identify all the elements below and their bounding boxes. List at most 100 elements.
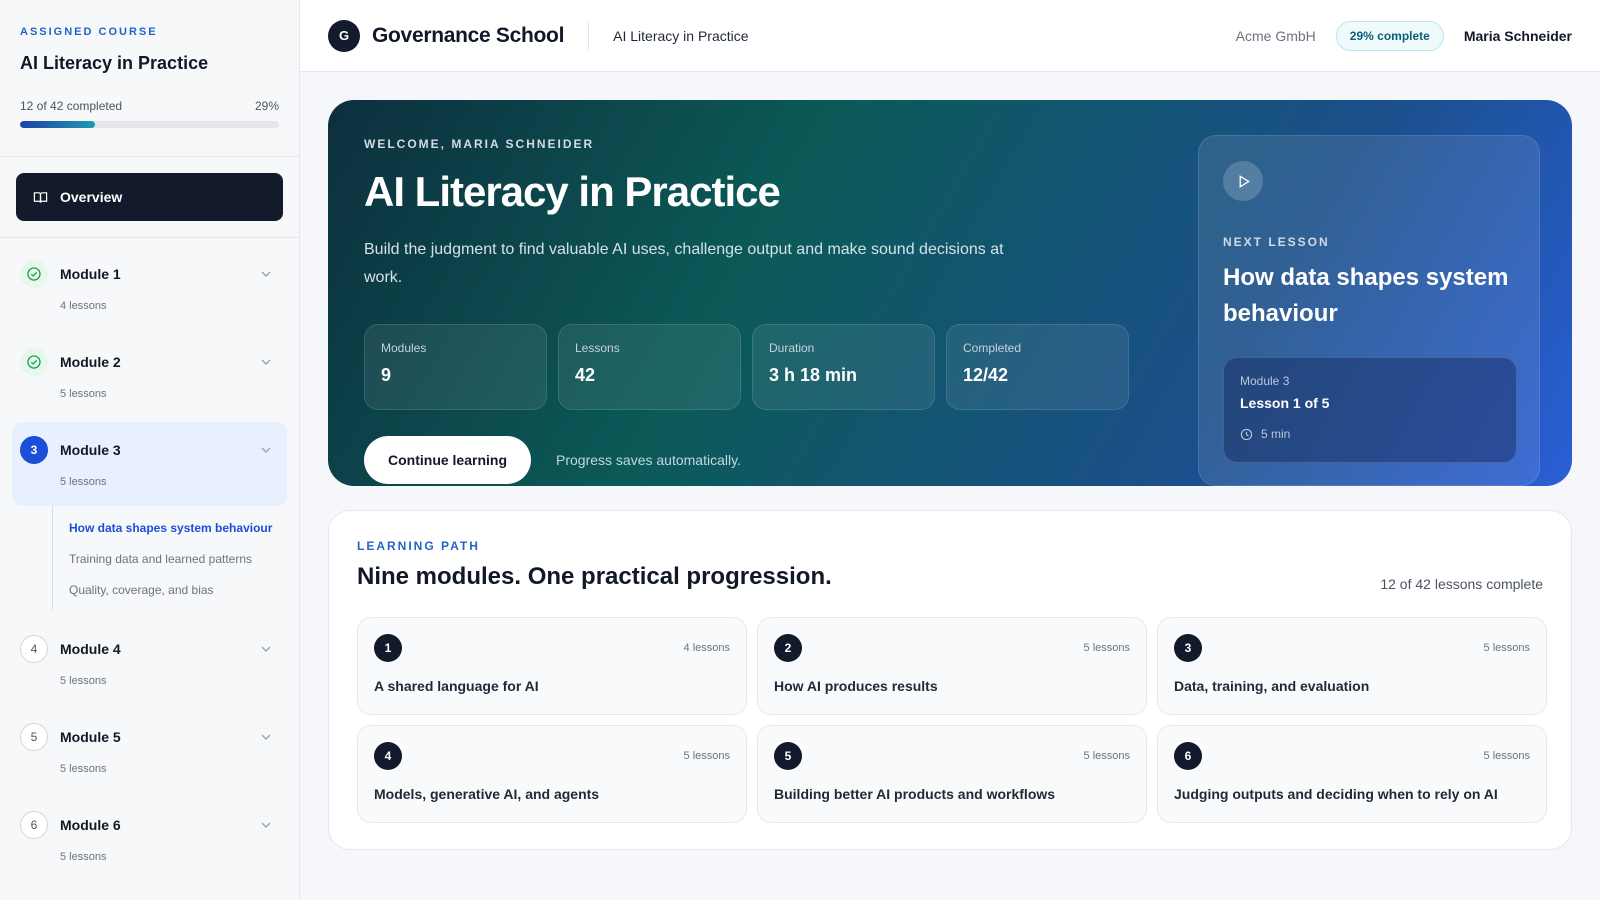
hero-title: AI Literacy in Practice <box>364 168 781 215</box>
course-stats: Modules 9 Lessons 42 Duration 3 h 18 min… <box>364 324 1129 410</box>
header-divider <box>588 21 590 50</box>
brand-logo[interactable]: G <box>328 19 360 52</box>
module-title: Building better AI products and workflow… <box>774 786 1056 802</box>
module-name: Module 4 <box>60 641 121 657</box>
next-lesson-eyebrow: NEXT LESSON <box>1223 235 1330 249</box>
module-lesson-count: 5 lessons <box>60 476 107 488</box>
course-sidebar: ASSIGNED COURSE AI Literacy in Practice … <box>0 0 300 900</box>
sidebar-progress-bar <box>20 121 279 128</box>
module-number: 6 <box>1174 742 1202 770</box>
sidebar-module-1[interactable]: Module 1 4 lessons <box>12 246 287 330</box>
module-number: 3 <box>1174 634 1202 662</box>
stat-label: Duration <box>769 341 815 355</box>
module-name: Module 1 <box>60 266 121 282</box>
chevron-down-icon[interactable] <box>259 443 273 457</box>
check-circle-icon <box>27 355 41 369</box>
chevron-down-icon[interactable] <box>259 267 273 281</box>
stat-label: Completed <box>963 341 1022 355</box>
sidebar-module-4[interactable]: 4 Module 4 5 lessons <box>12 621 287 705</box>
module-number-badge: 6 <box>20 811 48 839</box>
module-card-3[interactable]: 3 5 lessons Data, training, and evaluati… <box>1157 617 1547 715</box>
header-course-title: AI Literacy in Practice <box>613 27 749 44</box>
module-lesson-count: 5 lessons <box>60 763 107 775</box>
brand-name[interactable]: Governance School <box>372 24 564 48</box>
module-complete-badge <box>20 260 48 288</box>
module-grid: 1 4 lessons A shared language for AI 2 5… <box>357 617 1547 823</box>
clock-icon <box>1240 428 1253 440</box>
module-complete-badge <box>20 348 48 376</box>
module-card-1[interactable]: 1 4 lessons A shared language for AI <box>357 617 747 715</box>
chevron-down-icon[interactable] <box>259 730 273 744</box>
sidebar-progress-percent: 29% <box>254 99 279 113</box>
chevron-down-icon[interactable] <box>259 818 273 832</box>
stat-completed: Completed 12/42 <box>946 324 1129 410</box>
sidebar-module-3[interactable]: 3 Module 3 5 lessons <box>12 422 287 506</box>
learning-path-panel: LEARNING PATH Nine modules. One practica… <box>328 510 1572 850</box>
stat-value: 12/42 <box>963 365 1009 385</box>
next-lesson-position: Lesson 1 of 5 <box>1240 395 1330 411</box>
autosave-note: Progress saves automatically. <box>556 452 741 468</box>
sidebar-progress-fill <box>20 121 96 128</box>
next-lesson-card[interactable]: NEXT LESSON How data shapes system behav… <box>1198 135 1540 486</box>
module-list: Module 1 4 lessons Module 2 5 lessons 3 … <box>0 238 299 893</box>
check-circle-icon <box>27 267 41 281</box>
welcome-eyebrow: WELCOME, MARIA SCHNEIDER <box>364 137 595 151</box>
module-lesson-count: 5 lessons <box>1083 750 1130 762</box>
module-title: Data, training, and evaluation <box>1174 678 1370 694</box>
stat-modules: Modules 9 <box>364 324 547 410</box>
module-3-lessons: How data shapes system behaviour Trainin… <box>52 506 287 611</box>
lesson-link[interactable]: How data shapes system behaviour <box>69 512 287 543</box>
continue-learning-button[interactable]: Continue learning <box>364 436 531 484</box>
module-number: 5 <box>774 742 802 770</box>
sidebar-progress-row: 12 of 42 completed 29% <box>20 99 279 113</box>
sidebar-eyebrow: ASSIGNED COURSE <box>20 26 158 38</box>
stat-value: 42 <box>575 365 596 385</box>
hero-description: Build the judgment to find valuable AI u… <box>364 241 1004 286</box>
module-card-2[interactable]: 2 5 lessons How AI produces results <box>757 617 1147 715</box>
duration-text: 5 min <box>1261 427 1291 441</box>
play-button[interactable] <box>1223 161 1263 201</box>
chevron-down-icon[interactable] <box>259 355 273 369</box>
user-name[interactable]: Maria Schneider <box>1464 28 1572 44</box>
play-icon <box>1239 174 1250 188</box>
module-lesson-count: 4 lessons <box>683 642 730 654</box>
next-lesson-title: How data shapes system behaviour <box>1223 264 1509 327</box>
stat-lessons: Lessons 42 <box>558 324 741 410</box>
overview-button[interactable]: Overview <box>16 173 283 221</box>
module-lesson-count: 5 lessons <box>60 851 107 863</box>
module-card-4[interactable]: 4 5 lessons Models, generative AI, and a… <box>357 725 747 823</box>
module-number: 2 <box>774 634 802 662</box>
organization-name: Acme GmbH <box>1235 27 1316 44</box>
module-number-badge: 5 <box>20 723 48 751</box>
module-name: Module 5 <box>60 729 121 745</box>
sidebar-module-2[interactable]: Module 2 5 lessons <box>12 334 287 418</box>
learning-path-title: Nine modules. One practical progression. <box>357 563 832 590</box>
lesson-link[interactable]: Training data and learned patterns <box>69 543 287 574</box>
module-card-5[interactable]: 5 5 lessons Building better AI products … <box>757 725 1147 823</box>
sidebar-module-6[interactable]: 6 Module 6 5 lessons <box>12 797 287 881</box>
module-title: How AI produces results <box>774 678 938 694</box>
chevron-down-icon[interactable] <box>259 642 273 656</box>
module-lesson-count: 5 lessons <box>1483 642 1530 654</box>
hero-banner: WELCOME, MARIA SCHNEIDER AI Literacy in … <box>328 100 1572 486</box>
overview-wrap: Overview <box>0 157 299 238</box>
sidebar-header: ASSIGNED COURSE AI Literacy in Practice … <box>0 0 299 157</box>
completion-badge: 29% complete <box>1335 20 1444 51</box>
next-lesson-duration: 5 min <box>1240 427 1500 441</box>
module-lesson-count: 5 lessons <box>683 750 730 762</box>
stat-value: 9 <box>381 365 392 385</box>
sidebar-module-5[interactable]: 5 Module 5 5 lessons <box>12 709 287 793</box>
module-name: Module 2 <box>60 354 121 370</box>
lesson-link[interactable]: Quality, coverage, and bias <box>69 574 287 605</box>
module-card-6[interactable]: 6 5 lessons Judging outputs and deciding… <box>1157 725 1547 823</box>
next-lesson-details: Module 3 Lesson 1 of 5 5 min <box>1223 357 1517 463</box>
module-number-badge: 4 <box>20 635 48 663</box>
module-lesson-count: 5 lessons <box>60 675 107 687</box>
module-lesson-count: 4 lessons <box>60 300 107 312</box>
lessons-complete-count: 12 of 42 lessons complete <box>1380 576 1543 592</box>
overview-label: Overview <box>60 189 123 205</box>
stat-duration: Duration 3 h 18 min <box>752 324 935 410</box>
learning-path-eyebrow: LEARNING PATH <box>357 539 480 553</box>
module-name: Module 6 <box>60 817 121 833</box>
module-lesson-count: 5 lessons <box>1483 750 1530 762</box>
